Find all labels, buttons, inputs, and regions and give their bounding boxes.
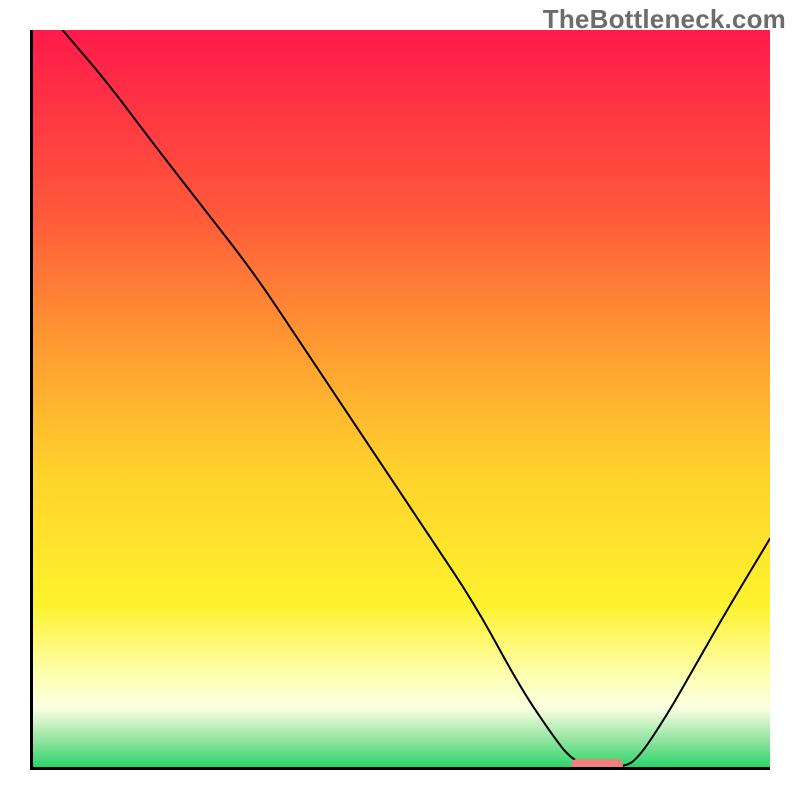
watermark-label: TheBottleneck.com (543, 4, 786, 35)
optimal-range-marker (571, 759, 623, 770)
bottleneck-curve (33, 30, 770, 767)
chart-area (30, 30, 770, 770)
